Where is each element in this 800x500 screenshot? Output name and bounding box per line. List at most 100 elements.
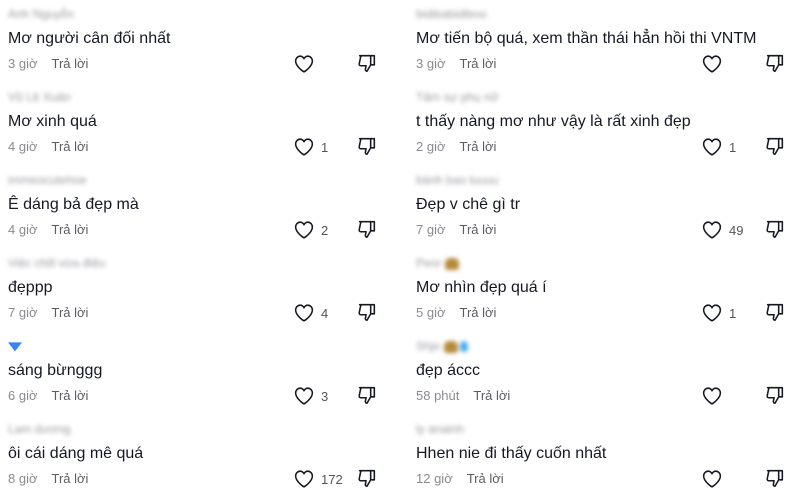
comment-item: immeocutehoe Ê dáng bả đẹp mà 4 giờ Trả l… [0,166,400,249]
comment-username[interactable]: ly anainh [416,421,464,437]
like-button[interactable] [701,467,729,491]
comment-item: Lam dương ôi cái dáng mê quá 8 giờ Trả lờ… [0,415,400,498]
like-count: 49 [729,222,744,238]
heart-outline-icon [294,470,314,488]
heart-outline-icon [702,55,722,73]
heart-outline-icon [294,221,314,239]
comment-username[interactable]: bidibabidiboo [416,6,487,22]
heart-outline-icon [294,304,314,322]
heart-outline-icon [294,55,314,73]
like-count: 1 [729,139,737,155]
like-button[interactable]: 1 [293,135,328,159]
like-count: 172 [321,471,343,487]
comment-time: 7 giờ [8,305,38,320]
comment-item: Peor Mơ nhìn đẹp quá í 5 giờ Trả lời 1 [408,249,800,332]
comment-username[interactable]: Anh Nguyễn [8,6,74,22]
comment-time: 3 giờ [8,56,38,71]
heart-outline-icon [702,221,722,239]
comment-username[interactable]: Tâm sự phụ nữ [416,89,499,105]
thumbs-down-icon [766,220,784,239]
dislike-button[interactable] [356,384,380,408]
comment-item: bidibabidiboo Mơ tiến bộ quá, xem thần t… [408,0,800,83]
comment-item: Việc chill vừa điệu đẹppp 7 giờ Trả lời 4 [0,249,400,332]
comment-meta: 58 phút Trả lời [416,387,510,404]
comment-meta: 8 giờ Trả lời [8,470,88,487]
comment-time: 6 giờ [8,388,38,403]
like-button[interactable]: 1 [701,135,736,159]
comment-time: 3 giờ [416,56,446,71]
dislike-button[interactable] [356,218,380,242]
comment-meta: 3 giờ Trả lời [8,55,88,72]
comment-username[interactable]: bánh bao luuuu [416,172,499,188]
comment-meta: 6 giờ Trả lời [8,387,88,404]
heart-outline-icon [294,387,314,405]
like-button[interactable]: 172 [293,467,343,491]
dislike-button[interactable] [764,218,788,242]
thumbs-down-icon [358,54,376,73]
dislike-button[interactable] [356,135,380,159]
dislike-button[interactable] [356,52,380,76]
comments-column-left: Anh Nguyễn Mơ người cân đối nhất 3 giờ Tr… [0,0,400,500]
like-button[interactable] [701,52,729,76]
dislike-button[interactable] [764,467,788,491]
reply-button[interactable]: Trả lời [473,388,510,403]
heart-outline-icon [294,138,314,156]
comment-item: ly anainh Hhen nie đi thấy cuốn nhất 12 … [408,415,800,498]
reply-button[interactable]: Trả lời [52,388,89,403]
thumbs-down-icon [766,469,784,488]
like-count: 1 [321,139,329,155]
reply-button[interactable]: Trả lời [52,56,89,71]
reply-button[interactable]: Trả lời [460,139,497,154]
comment-username[interactable]: Lam dương [8,421,71,437]
comment-item: Anh Nguyễn Mơ người cân đối nhất 3 giờ Tr… [0,0,400,83]
dislike-button[interactable] [764,301,788,325]
heart-outline-icon [702,138,722,156]
comments-column-right: bidibabidiboo Mơ tiến bộ quá, xem thần t… [408,0,800,500]
like-button[interactable] [701,384,729,408]
reply-button[interactable]: Trả lời [52,305,89,320]
dislike-button[interactable] [764,52,788,76]
comment-username[interactable]: Việc chill vừa điệu [8,255,105,271]
comment-username[interactable]: Shje [416,338,469,354]
comment-item: Vũ Lệ Xuân Mơ xinh quá 4 giờ Trả lời 1 [0,83,400,166]
comment-username[interactable] [8,338,24,354]
comment-text: Mơ tiến bộ quá, xem thần thái hẳn hồi th… [416,30,757,47]
heart-outline-icon [702,387,722,405]
dislike-button[interactable] [764,135,788,159]
thumbs-down-icon [358,303,376,322]
like-button[interactable]: 3 [293,384,328,408]
like-button[interactable]: 49 [701,218,743,242]
comment-text: Ê dáng bả đẹp mà [8,196,139,213]
like-count: 3 [321,388,329,404]
thumbs-down-icon [358,137,376,156]
like-button[interactable]: 2 [293,218,328,242]
like-button[interactable]: 1 [701,301,736,325]
comment-meta: 7 giờ Trả lời [416,221,496,238]
comment-meta: 5 giờ Trả lời [416,304,496,321]
reply-button[interactable]: Trả lời [52,471,89,486]
comment-text: Mơ xinh quá [8,113,97,130]
reply-button[interactable]: Trả lời [52,139,89,154]
like-button[interactable] [293,52,321,76]
thumbs-down-icon [766,386,784,405]
reply-button[interactable]: Trả lời [467,471,504,486]
moneybag-emoji-icon [444,340,459,353]
like-count: 4 [321,305,329,321]
comment-text: t thấy nàng mơ như vậy là rất xinh đẹp [416,113,691,130]
comment-time: 8 giờ [8,471,38,486]
comment-username[interactable]: Vũ Lệ Xuân [8,89,71,105]
reply-button[interactable]: Trả lời [460,222,497,237]
reply-button[interactable]: Trả lời [460,56,497,71]
comment-meta: 4 giờ Trả lời [8,138,88,155]
dislike-button[interactable] [356,467,380,491]
thumbs-down-icon [358,220,376,239]
dislike-button[interactable] [356,301,380,325]
reply-button[interactable]: Trả lời [460,305,497,320]
comment-meta: 12 giờ Trả lời [416,470,504,487]
comment-username[interactable]: Peor [416,255,460,271]
reply-button[interactable]: Trả lời [52,222,89,237]
comment-username[interactable]: immeocutehoe [8,172,87,188]
like-button[interactable]: 4 [293,301,328,325]
comment-item: Tâm sự phụ nữ t thấy nàng mơ như vậy là … [408,83,800,166]
dislike-button[interactable] [764,384,788,408]
